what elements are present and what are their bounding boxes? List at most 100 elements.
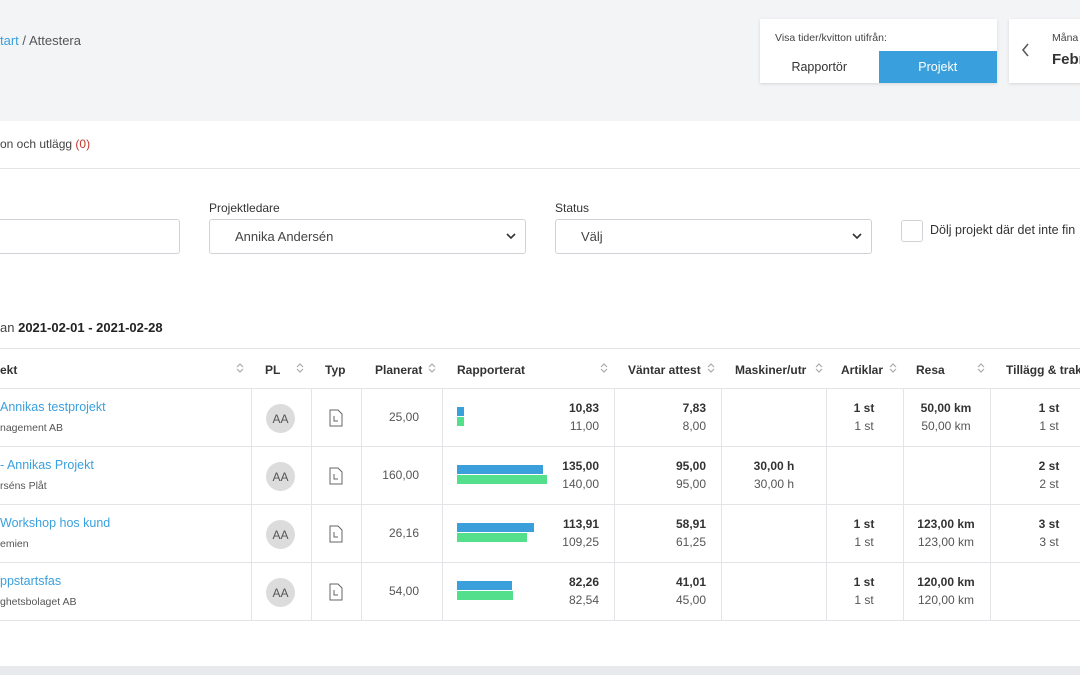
table-row[interactable]: - Annikas Projekt rséns Plåt AA 160,00 135,0…	[0, 447, 1080, 505]
cell-divider	[614, 447, 615, 505]
attest-panel: on och utlägg (0) Projektledare Annika A…	[0, 121, 1080, 666]
col-maskiner[interactable]: Maskiner/utr	[735, 363, 806, 377]
cell-divider	[442, 563, 443, 621]
view-rapportor-button[interactable]: Rapportör	[760, 51, 879, 83]
rapporterat-planned-value: 140,00	[562, 477, 599, 491]
table-header: ekt PL Typ Planerat Rapporterat Väntar a…	[0, 348, 1080, 389]
rapporterat-bar-blue	[457, 523, 535, 532]
period-prefix: an	[0, 320, 15, 335]
view-mode-selector: Visa tider/kvitton utifrån: Rapportör Pr…	[760, 19, 997, 83]
tillagg-sub-value: 1 st	[1039, 419, 1059, 433]
sort-icon[interactable]	[428, 362, 436, 374]
cell-divider	[614, 505, 615, 563]
tillagg-value: 3 st	[1038, 517, 1060, 531]
project-name-link[interactable]: ppstartsfas	[0, 574, 61, 588]
project-name-link[interactable]: Workshop hos kund	[0, 516, 110, 530]
planerat-value: 26,16	[388, 526, 419, 540]
vantar-attest-sub-value: 95,00	[675, 477, 706, 491]
col-rapporterat[interactable]: Rapporterat	[457, 363, 525, 377]
resa-sub-value: 120,00 km	[917, 593, 975, 607]
maskiner-value: 30,00 h	[753, 459, 795, 473]
breadcrumb: tart / Attestera	[0, 33, 81, 48]
sort-icon[interactable]	[977, 362, 985, 374]
breadcrumb-start-link[interactable]: tart	[0, 33, 19, 48]
sort-icon[interactable]	[889, 362, 897, 374]
vantar-attest-sub-value: 45,00	[675, 593, 706, 607]
cell-divider	[442, 447, 443, 505]
sort-icon[interactable]	[600, 362, 608, 374]
planerat-value: 54,00	[388, 584, 419, 598]
cell-divider	[903, 447, 904, 505]
status-select[interactable]: Välj	[555, 219, 872, 254]
col-artiklar[interactable]: Artiklar	[841, 363, 883, 377]
chevron-down-icon	[506, 233, 516, 240]
col-planerat[interactable]: Planerat	[375, 363, 422, 377]
projektledare-select[interactable]: Annika Andersén	[209, 219, 526, 254]
resa-value: 120,00 km	[917, 575, 975, 589]
cell-divider	[721, 447, 722, 505]
sort-icon[interactable]	[236, 362, 244, 374]
vantar-attest-value: 7,83	[682, 401, 706, 415]
cell-divider	[251, 563, 252, 621]
artiklar-sub-value: 1 st	[854, 593, 874, 607]
view-projekt-button[interactable]: Projekt	[878, 51, 997, 83]
divider	[0, 168, 1080, 169]
project-name-link[interactable]: - Annikas Projekt	[0, 458, 94, 472]
col-pl[interactable]: PL	[265, 363, 280, 377]
project-name-link[interactable]: Annikas testprojekt	[0, 400, 106, 414]
sort-icon[interactable]	[296, 362, 304, 374]
artiklar-value: 1 st	[853, 517, 875, 531]
cell-divider	[721, 505, 722, 563]
search-input[interactable]	[0, 219, 180, 254]
col-resa[interactable]: Resa	[916, 363, 945, 377]
col-project[interactable]: ekt	[0, 363, 17, 377]
view-mode-label: Visa tider/kvitton utifrån:	[775, 32, 887, 44]
vantar-attest-value: 95,00	[675, 459, 706, 473]
page-footer-strip	[0, 666, 1080, 675]
month-selector: Måna Febr	[1009, 19, 1080, 83]
avatar: AA	[266, 578, 295, 607]
cell-divider	[826, 389, 827, 447]
table-row[interactable]: ppstartsfas ghetsbolaget AB AA 54,00 82,26 82…	[0, 563, 1080, 621]
period-range: 2021-02-01 - 2021-02-28	[18, 320, 163, 335]
cell-divider	[614, 389, 615, 447]
cell-divider	[442, 389, 443, 447]
rapporterat-bar-blue	[457, 465, 544, 474]
cell-divider	[990, 447, 991, 505]
table-row[interactable]: Annikas testprojekt nagement AB AA 25,00 10,…	[0, 389, 1080, 447]
view-mode-toggle: Rapportör Projekt	[760, 51, 997, 83]
sort-icon[interactable]	[707, 362, 715, 374]
projektledare-label: Projektledare	[209, 201, 280, 215]
rapporterat-planned-value: 11,00	[569, 419, 599, 433]
rapporterat-bar-blue	[457, 581, 512, 590]
artiklar-sub-value: 1 st	[854, 419, 874, 433]
col-vantar-attest[interactable]: Väntar attest	[628, 363, 701, 377]
planerat-value: 25,00	[388, 410, 419, 424]
resa-sub-value: 50,00 km	[921, 419, 971, 433]
cell-divider	[311, 505, 312, 563]
status-label: Status	[555, 201, 590, 215]
planerat-value: 160,00	[382, 468, 419, 482]
avatar: AA	[266, 520, 295, 549]
cell-divider	[903, 563, 904, 621]
resa-sub-value: 123,00 km	[917, 535, 975, 549]
tillagg-value: 2 st	[1038, 459, 1060, 473]
chevron-left-icon[interactable]	[1021, 43, 1030, 57]
cell-divider	[614, 563, 615, 621]
resa-value: 50,00 km	[920, 401, 972, 415]
col-tillagg[interactable]: Tillägg & trak	[1006, 363, 1080, 377]
table-row[interactable]: Workshop hos kund emien AA 26,16 113,91 109,2…	[0, 505, 1080, 563]
vantar-attest-sub-value: 8,00	[682, 419, 706, 433]
tillagg-sub-value: 2 st	[1039, 477, 1059, 491]
rapporterat-bar-green	[457, 533, 528, 542]
tab-tider-och-utlagg[interactable]: on och utlägg (0)	[0, 137, 90, 151]
vantar-attest-value: 58,91	[675, 517, 706, 531]
project-customer: rséns Plåt	[0, 480, 47, 492]
tab-label: on och utlägg	[0, 137, 73, 151]
maskiner-sub-value: 30,00 h	[753, 477, 795, 491]
cell-divider	[826, 505, 827, 563]
hide-projects-checkbox[interactable]	[901, 220, 923, 242]
cell-divider	[442, 505, 443, 563]
rapporterat-planned-value: 82,54	[568, 593, 599, 607]
sort-icon[interactable]	[815, 362, 823, 374]
